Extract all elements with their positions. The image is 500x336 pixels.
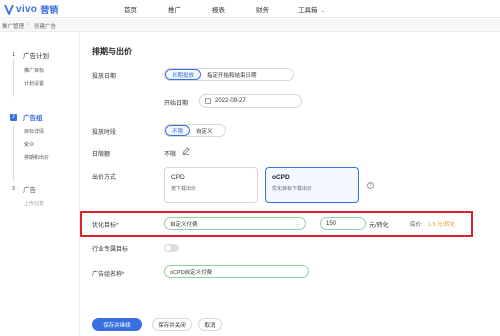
- breadcrumb-separator: /: [27, 22, 29, 28]
- required-mark: *: [122, 272, 125, 278]
- switch-knob: [165, 245, 171, 251]
- help-question-icon[interactable]: ?: [367, 182, 374, 189]
- step-title: 广告: [23, 187, 36, 194]
- nav-home[interactable]: 首页: [124, 4, 137, 14]
- nav-report[interactable]: 报表: [212, 4, 225, 14]
- group-name-input[interactable]: oCPD自定义付费: [164, 265, 309, 278]
- highlight-box: [80, 211, 473, 237]
- cancel-button[interactable]: 取消: [198, 318, 222, 331]
- time-slot-toggle: 不限 自定义: [164, 124, 226, 137]
- breadcrumb: 推广管理 / 创建广告: [0, 19, 500, 32]
- brand-logo-cn: 营销: [40, 5, 59, 15]
- section-title: 排期与出价: [92, 47, 132, 56]
- time-slot-label: 投放时段: [92, 130, 117, 136]
- daily-budget-label: 日限额: [92, 152, 111, 158]
- step-number: 3: [10, 185, 17, 193]
- breadcrumb-current: 创建广告: [34, 24, 57, 30]
- brand-logo[interactable]: vivo 营销: [4, 3, 58, 16]
- schedule-option-longterm[interactable]: 长期投放: [165, 69, 202, 80]
- step-number: 1: [10, 51, 17, 59]
- step-sub-promo-goal[interactable]: 推广目标: [24, 67, 44, 74]
- daily-budget-value: 不限: [164, 152, 177, 158]
- step-ad[interactable]: 3 广告: [10, 184, 36, 194]
- bid-card-title: CPD: [171, 174, 185, 181]
- step-sub-schedule-bid[interactable]: 排期和出价: [24, 154, 49, 161]
- schedule-label: 投放日期: [92, 74, 117, 80]
- step-sidebar: 1 广告计划 推广目标 计划设置 2 广告组 目标详情 受众 排期和出价 3 广…: [0, 33, 80, 336]
- save-close-button[interactable]: 保存并关闭: [152, 318, 192, 331]
- bid-card-desc: 优化目标下载出价: [272, 186, 313, 192]
- start-date-input[interactable]: 2022-09-27: [199, 94, 302, 108]
- start-date-value: 2022-09-27: [215, 98, 246, 104]
- time-slot-option-unlimited[interactable]: 不限: [165, 125, 191, 136]
- main-form: 排期与出价 投放日期 长期投放 指定开始和结束日期 开始日期 2022-09-2…: [80, 33, 500, 336]
- group-name-label-text: 广告组名称: [92, 272, 123, 278]
- step-sub-upload-creative[interactable]: 上传创意: [24, 200, 44, 207]
- nav-toolbox[interactable]: 工具箱 ⌄: [298, 4, 325, 14]
- step-ad-group[interactable]: 2 广告组: [10, 112, 43, 122]
- nav-toolbox-label: 工具箱: [298, 7, 318, 14]
- start-date-label: 开始日期: [164, 101, 189, 107]
- industry-target-switch[interactable]: [164, 244, 179, 252]
- step-sub-plan-settings[interactable]: 计划设置: [24, 80, 44, 87]
- bid-card-ocpd[interactable]: oCPD 优化目标下载出价: [265, 167, 359, 203]
- bid-card-cpd[interactable]: CPD 按下载出价: [164, 167, 258, 203]
- time-slot-option-custom[interactable]: 自定义: [190, 125, 219, 136]
- vivo-v-icon: [4, 4, 14, 15]
- top-navbar: vivo 营销 首页 推广 报表 财务 工具箱 ⌄: [0, 0, 500, 18]
- step-sub-audience[interactable]: 受众: [24, 141, 34, 148]
- bid-method-label: 出价方式: [92, 175, 117, 181]
- chevron-down-icon: ⌄: [320, 8, 325, 14]
- nav-promotion[interactable]: 推广: [168, 4, 181, 14]
- step-connector: [13, 57, 14, 97]
- save-continue-button[interactable]: 保存并继续: [92, 318, 142, 331]
- schedule-option-range[interactable]: 指定开始和结束日期: [201, 69, 263, 80]
- step-title: 广告计划: [23, 53, 49, 60]
- brand-logo-text: vivo: [16, 4, 38, 15]
- bid-card-desc: 按下载出价: [171, 186, 197, 192]
- edit-pen-icon[interactable]: [182, 147, 190, 155]
- step-number: 2: [10, 113, 17, 121]
- industry-target-label: 行业专属目标: [92, 247, 129, 253]
- step-ad-plan[interactable]: 1 广告计划: [10, 50, 49, 60]
- calendar-icon: [205, 98, 211, 104]
- group-name-value: oCPD自定义付费: [170, 269, 213, 276]
- nav-finance[interactable]: 财务: [256, 4, 269, 14]
- step-connector: [13, 125, 14, 181]
- group-name-label: 广告组名称*: [92, 269, 124, 278]
- step-title: 广告组: [23, 115, 43, 122]
- breadcrumb-parent[interactable]: 推广管理: [2, 22, 24, 30]
- schedule-toggle: 长期投放 指定开始和结束日期: [164, 68, 294, 81]
- bid-card-title: oCPD: [272, 174, 290, 181]
- step-sub-target-details[interactable]: 目标详情: [24, 128, 44, 135]
